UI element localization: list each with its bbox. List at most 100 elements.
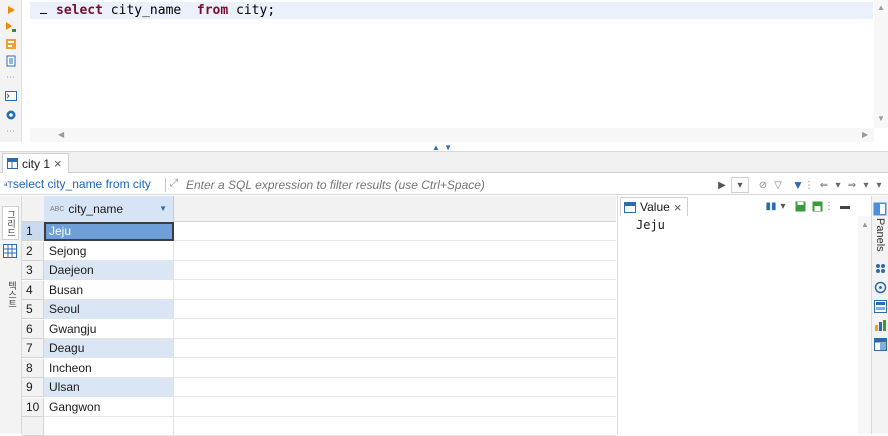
city-name-cell[interactable]: Sejong	[44, 241, 174, 261]
city-name-cell[interactable]: Seoul	[44, 300, 174, 319]
query-text-label[interactable]: ᵃTselect city_name from city	[4, 177, 151, 191]
panels-toggle-icon[interactable]	[873, 202, 887, 219]
clear-filter-icon[interactable]: ⊘	[757, 177, 769, 193]
value-panel-icon	[624, 201, 636, 213]
sql-identifier: city;	[228, 3, 276, 18]
editor-horizontal-scrollbar[interactable]: ◀ ▶	[30, 128, 874, 142]
minimize-icon[interactable]: ▬	[840, 200, 850, 212]
text-view-tab[interactable]: 텍스트	[2, 272, 19, 316]
filter-expression-input[interactable]	[186, 176, 706, 193]
table-icon	[7, 158, 18, 169]
row-number[interactable]: 5	[22, 300, 44, 319]
presentation-switcher: 그리드 텍스트	[0, 196, 22, 434]
expand-icon[interactable]: ⤢	[170, 178, 178, 189]
scroll-up-icon[interactable]: ▲	[877, 3, 885, 12]
text-type-icon: ᵃT	[4, 180, 13, 190]
row-number[interactable]: 4	[22, 280, 44, 300]
close-icon[interactable]: ×	[674, 200, 682, 215]
forward-icon[interactable]: ⇒	[846, 177, 858, 193]
filters-panel-icon[interactable]	[874, 262, 887, 275]
grouping-panel-icon[interactable]	[874, 300, 887, 313]
scroll-right-icon[interactable]: ▶	[862, 130, 868, 139]
panels-label[interactable]: Panels	[874, 218, 886, 252]
row-number[interactable]: 2	[22, 241, 44, 261]
filter-icon[interactable]: ▼	[792, 177, 804, 193]
filter-bar: ᵃTselect city_name from city ⤢ ▶ ▾ ⊘ ▽ ▼…	[0, 175, 888, 195]
execute-statement-icon[interactable]	[4, 3, 18, 17]
table-row[interactable]: 2 Sejong	[22, 241, 616, 261]
city-name-cell[interactable]: Jeju	[44, 222, 174, 241]
save-icon[interactable]	[794, 200, 806, 212]
table-row[interactable]: 1 Jeju	[22, 222, 616, 241]
calc-panel-icon[interactable]	[874, 319, 887, 332]
forward-menu-icon[interactable]: ▾	[861, 177, 871, 193]
table-row[interactable]: 7 Deagu	[22, 339, 616, 358]
grid-icon[interactable]	[3, 244, 17, 261]
scroll-up-icon[interactable]: ▲	[861, 220, 869, 229]
view-menu-icon[interactable]: ▾	[874, 177, 884, 193]
sql-editor[interactable]: ⋯ ⋯ select city_name from city; ▲ ▼ ◀ ▶	[0, 0, 888, 148]
value-content[interactable]: Jeju	[636, 218, 665, 232]
value-scrollbar[interactable]: ▲	[858, 216, 872, 434]
sql-identifier: city_name	[102, 3, 197, 18]
apply-filter-icon[interactable]: ▶	[716, 177, 728, 193]
row-number[interactable]: 8	[22, 358, 44, 378]
table-row[interactable]: 6 Gwangju	[22, 319, 616, 339]
table-row[interactable]: 5 Seoul	[22, 300, 616, 319]
more-icon[interactable]: ⋮	[804, 177, 814, 193]
close-icon[interactable]: ×	[54, 156, 62, 171]
tab-city-results[interactable]: city 1 ×	[2, 153, 69, 173]
table-row[interactable]: 10 Gangwon	[22, 397, 616, 417]
splitter-toggle-icon[interactable]: ▲ ▼	[432, 143, 453, 152]
empty-cell	[44, 417, 174, 436]
results-grid[interactable]: ABC city_name ▼ 1 Jeju 2 Sejong 3 Daejeon 4 Bus…	[22, 196, 638, 436]
empty-row	[22, 417, 616, 436]
execute-script-icon[interactable]	[4, 20, 18, 34]
auto-apply-icon[interactable]	[811, 200, 823, 212]
scroll-down-icon[interactable]: ▼	[877, 114, 885, 123]
row-number[interactable]: 3	[22, 261, 44, 280]
terminal-icon[interactable]	[4, 89, 18, 103]
filter-history-dropdown-icon[interactable]: ▾	[731, 177, 749, 193]
content-viewer-icon[interactable]: ▮▮	[764, 200, 778, 212]
explain-plan-icon[interactable]	[4, 37, 18, 51]
back-menu-icon[interactable]: ▾	[833, 177, 843, 193]
column-header-city-name[interactable]: ABC city_name ▼	[44, 196, 174, 222]
filter-settings-icon[interactable]: ▽	[772, 177, 784, 193]
load-script-icon[interactable]	[4, 54, 18, 68]
sql-keyword: from	[196, 3, 229, 18]
sql-keyword: select	[56, 3, 103, 18]
scroll-left-icon[interactable]: ◀	[58, 130, 64, 139]
city-name-cell[interactable]: Gangwon	[44, 397, 174, 417]
city-name-cell[interactable]: Busan	[44, 280, 174, 300]
city-name-cell[interactable]: Gwangju	[44, 319, 174, 339]
city-name-cell[interactable]: Daejeon	[44, 261, 174, 280]
value-panel: Value × ▮▮ ▾ ⋮ ▬ Jeju ▲	[617, 196, 872, 434]
row-number[interactable]: 6	[22, 319, 44, 339]
city-name-cell[interactable]: Deagu	[44, 339, 174, 358]
editor-vertical-scrollbar[interactable]: ▲ ▼	[874, 0, 888, 128]
row-number[interactable]: 7	[22, 339, 44, 358]
more-icon[interactable]: ⋮	[824, 200, 834, 212]
sql-text[interactable]: select city_name from city;	[56, 3, 275, 18]
table-row[interactable]: 4 Busan	[22, 280, 616, 300]
table-row[interactable]: 9 Ulsan	[22, 378, 616, 397]
row-number[interactable]: 1	[22, 222, 44, 241]
viewer-dropdown-icon[interactable]: ▾	[779, 200, 787, 212]
divider	[165, 178, 166, 192]
city-name-cell[interactable]: Incheon	[44, 358, 174, 378]
grid-view-tab[interactable]: 그리드	[2, 206, 19, 240]
settings-icon[interactable]	[4, 108, 18, 122]
metadata-panel-icon[interactable]	[874, 281, 887, 294]
row-number[interactable]: 10	[22, 397, 44, 417]
city-name-cell[interactable]: Ulsan	[44, 378, 174, 397]
table-row[interactable]: 8 Incheon	[22, 358, 616, 378]
back-icon[interactable]: ⇐	[818, 177, 830, 193]
tab-value[interactable]: Value ×	[620, 197, 689, 216]
row-number[interactable]: 9	[22, 378, 44, 397]
references-panel-icon[interactable]	[874, 338, 887, 351]
sort-icon[interactable]: ▼	[159, 204, 167, 213]
string-type-icon: ABC	[50, 205, 65, 213]
grid-header: ABC city_name ▼	[22, 196, 616, 222]
table-row[interactable]: 3 Daejeon	[22, 261, 616, 280]
